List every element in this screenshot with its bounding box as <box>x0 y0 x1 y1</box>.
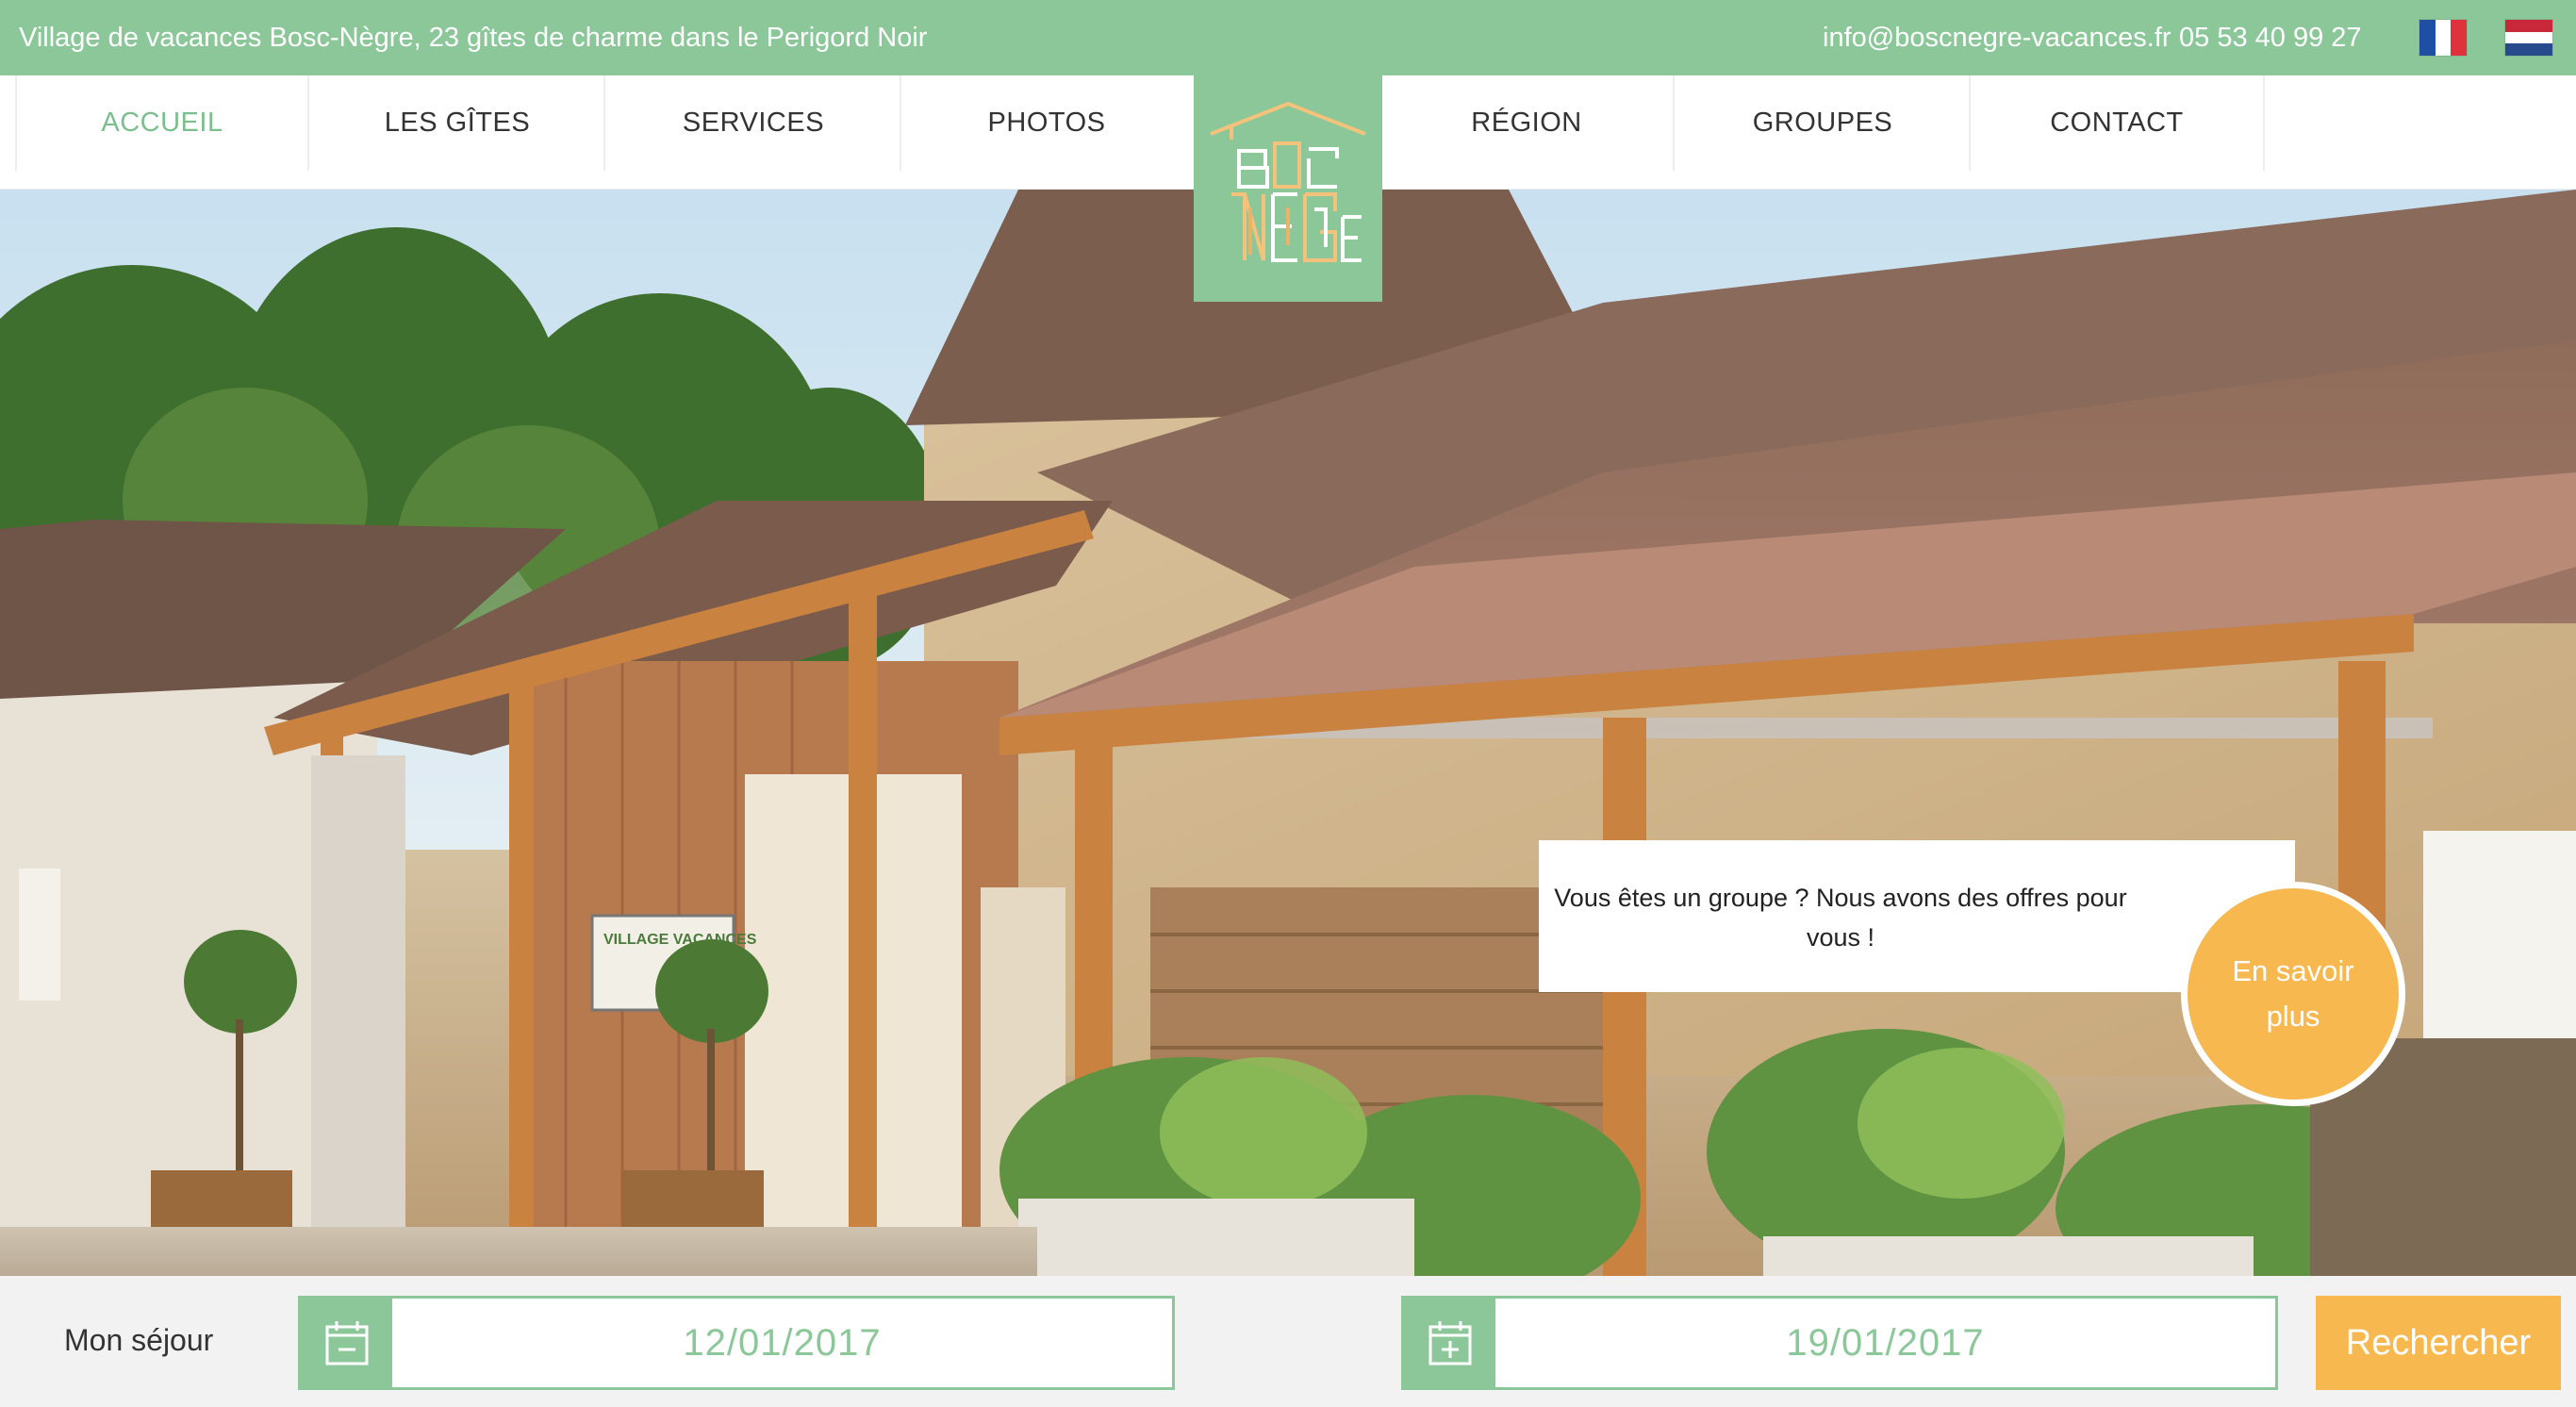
top-info-bar: Village de vacances Bosc-Nègre, 23 gîtes… <box>0 0 2576 75</box>
arrival-date-input[interactable] <box>392 1299 1172 1387</box>
nav-item-accueil[interactable]: ACCUEIL <box>15 75 309 171</box>
search-button[interactable]: Rechercher <box>2316 1296 2561 1390</box>
flag-stripe <box>2505 20 2552 32</box>
french-flag-icon[interactable] <box>2419 19 2468 57</box>
departure-date-input[interactable] <box>1495 1299 2275 1387</box>
site-tagline: Village de vacances Bosc-Nègre, 23 gîtes… <box>19 23 928 53</box>
nav-item-contact[interactable]: CONTACT <box>1971 75 2265 171</box>
learn-more-button[interactable]: En savoir plus <box>2181 882 2405 1106</box>
contact-email-link[interactable]: info@boscnegre-vacances.fr <box>1823 21 2171 55</box>
hero-photo: VILLAGE VACANCES <box>0 190 2576 1276</box>
stay-label: Mon séjour <box>64 1323 214 1357</box>
flag-stripe <box>2419 20 2436 56</box>
group-promo-box: Vous êtes un groupe ? Nous avons des off… <box>1539 840 2295 992</box>
dutch-flag-icon[interactable] <box>2504 19 2553 57</box>
departure-calendar-button[interactable] <box>1404 1299 1495 1387</box>
contact-phone[interactable]: 05 53 40 99 27 <box>2179 21 2362 55</box>
flag-stripe <box>2505 43 2552 57</box>
site-logo[interactable] <box>1194 75 1382 302</box>
flag-stripe <box>2451 20 2468 56</box>
nav-item-services[interactable]: SERVICES <box>607 75 901 171</box>
booking-search-bar: Mon séjour Rechercher <box>0 1276 2576 1407</box>
flag-stripe <box>2505 31 2552 44</box>
hero-banner: VILLAGE VACANCES Vous êtes un groupe ? N… <box>0 190 2576 1276</box>
nav-item-region[interactable]: RÉGION <box>1380 75 1675 171</box>
nav-item-groupes[interactable]: GROUPES <box>1676 75 1971 171</box>
nav-item-photos[interactable]: PHOTOS <box>900 75 1194 171</box>
departure-date-group <box>1401 1296 2278 1390</box>
arrival-date-group <box>298 1296 1175 1390</box>
group-promo-text: Vous êtes un groupe ? Nous avons des off… <box>1554 884 2127 952</box>
bosc-negre-house-logo-icon <box>1210 101 1366 262</box>
calendar-minus-icon <box>325 1321 368 1366</box>
calendar-plus-icon <box>1428 1321 1471 1366</box>
nav-item-les-gites[interactable]: LES GÎTES <box>311 75 605 171</box>
arrival-calendar-button[interactable] <box>301 1299 392 1387</box>
flag-stripe <box>2435 20 2452 56</box>
